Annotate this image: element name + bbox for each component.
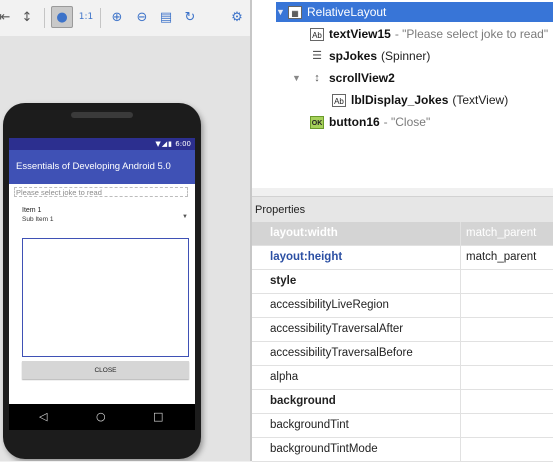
relative-layout-icon: ▦ <box>288 5 302 19</box>
page-icon[interactable]: ▤ <box>155 6 177 28</box>
property-value[interactable] <box>461 342 553 365</box>
property-key: accessibilityTraversalAfter <box>252 318 461 341</box>
tree-item-name: button16 <box>329 115 380 129</box>
recents-icon: □ <box>153 410 164 423</box>
one-to-one-label: 1:1 <box>78 12 94 22</box>
tree-item-button16[interactable]: OK button16 - "Close" <box>310 112 430 132</box>
properties-table: layout:width match_parent layout:height … <box>252 222 553 462</box>
back-icon: ◁ <box>39 410 48 423</box>
property-row[interactable]: alpha <box>252 366 553 390</box>
app-bar: Essentials of Developing Android 5.0 <box>9 150 195 184</box>
property-row[interactable]: accessibilityTraversalBefore <box>252 342 553 366</box>
tree-item-name: scrollView2 <box>329 71 395 85</box>
spinner-item-label: Item 1 <box>22 207 42 214</box>
property-value[interactable]: match_parent <box>461 222 553 245</box>
close-button[interactable]: CLOSE <box>22 361 189 379</box>
tree-item-textview15[interactable]: Ab textView15 - "Please select joke to r… <box>310 24 548 44</box>
status-time: 6:00 <box>175 140 191 148</box>
property-key: layout:width <box>252 222 461 245</box>
collapse-icon: ▼ <box>276 7 285 17</box>
resize-left-icon[interactable]: ⇤ <box>0 6 16 28</box>
resize-vertical-icon[interactable]: ↕ <box>16 6 38 28</box>
component-tree: ▼ ▦ RelativeLayout Ab textView15 - "Plea… <box>252 0 553 188</box>
tree-item-lbldisplay-jokes[interactable]: Ab lblDisplay_Jokes (TextView) <box>332 90 508 110</box>
tree-item-name: spJokes <box>329 49 378 63</box>
button-icon: OK <box>310 115 324 129</box>
property-value[interactable] <box>461 366 553 389</box>
property-key: background <box>252 390 461 413</box>
device-speaker <box>71 112 133 118</box>
tree-item-desc: (Spinner) <box>381 49 431 63</box>
properties-header: Properties <box>252 196 553 222</box>
property-value[interactable] <box>461 414 553 437</box>
property-value[interactable] <box>461 390 553 413</box>
property-value[interactable] <box>461 270 553 293</box>
spinner-arrow-icon: ▼ <box>182 214 188 220</box>
app-title: Essentials of Developing Android 5.0 <box>16 161 171 172</box>
property-row[interactable]: backgroundTint <box>252 414 553 438</box>
textview-icon: Ab <box>332 93 346 107</box>
tree-item-spjokes[interactable]: ☰ spJokes (Spinner) <box>310 46 430 66</box>
refresh-icon[interactable]: ↻ <box>179 6 201 28</box>
designer-toolbar: ⇤ ↕ ● 1:1 ⊕ ⊖ ▤ ↻ ⚙ <box>0 0 250 37</box>
device-screen: ▼◢▮ 6:00 Essentials of Developing Androi… <box>9 138 195 430</box>
property-row[interactable]: accessibilityTraversalAfter <box>252 318 553 342</box>
device-frame: ▼◢▮ 6:00 Essentials of Developing Androi… <box>3 103 201 459</box>
collapse-icon: ▼ <box>292 73 301 83</box>
settings-icon[interactable]: ⚙ <box>226 6 248 28</box>
fit-icon[interactable]: ● <box>51 6 73 28</box>
tree-item-scrollview2[interactable]: ▼ ↕ scrollView2 <box>292 68 395 88</box>
property-row[interactable]: background <box>252 390 553 414</box>
property-value[interactable] <box>461 318 553 341</box>
scrollview-icon: ↕ <box>310 71 324 85</box>
property-row[interactable]: style <box>252 270 553 294</box>
layout-content: Please select joke to read Item 1 Sub It… <box>9 184 195 404</box>
tree-item-name: RelativeLayout <box>307 5 387 19</box>
property-value[interactable] <box>461 294 553 317</box>
property-row[interactable]: accessibilityLiveRegion <box>252 294 553 318</box>
textview-icon: Ab <box>310 27 324 41</box>
tree-item-relativelayout[interactable]: ▼ ▦ RelativeLayout <box>276 2 553 22</box>
property-key: backgroundTint <box>252 414 461 437</box>
property-key: style <box>252 270 461 293</box>
jokes-spinner[interactable]: Item 1 Sub Item 1 ▼ <box>22 207 192 229</box>
status-icons: ▼◢▮ <box>155 140 173 148</box>
textview-prompt[interactable]: Please select joke to read <box>14 187 188 197</box>
tree-item-name: textView15 <box>329 27 391 41</box>
property-key: layout:height <box>252 246 461 269</box>
tree-item-desc: - "Please select joke to read" <box>394 27 549 41</box>
property-value[interactable] <box>461 438 553 461</box>
one-to-one-icon[interactable]: 1:1 <box>75 6 97 28</box>
spinner-subitem-label: Sub Item 1 <box>22 216 54 223</box>
property-value[interactable]: match_parent <box>461 246 553 269</box>
property-key: backgroundTintMode <box>252 438 461 461</box>
layout-designer: ⇤ ↕ ● 1:1 ⊕ ⊖ ▤ ↻ ⚙ ▼◢▮ 6:00 Essentials … <box>0 0 250 461</box>
tree-item-name: lblDisplay_Jokes <box>351 93 449 107</box>
navigation-bar: ◁ ○ □ <box>9 404 195 430</box>
zoom-in-icon[interactable]: ⊕ <box>106 6 128 28</box>
spinner-icon: ☰ <box>310 49 324 63</box>
property-row[interactable]: layout:width match_parent <box>252 222 553 246</box>
scrollview-box[interactable] <box>22 238 189 357</box>
tree-item-desc: (TextView) <box>452 93 509 107</box>
property-key: accessibilityTraversalBefore <box>252 342 461 365</box>
property-key: alpha <box>252 366 461 389</box>
property-row[interactable]: layout:height match_parent <box>252 246 553 270</box>
home-icon: ○ <box>96 410 106 423</box>
design-canvas: ▼◢▮ 6:00 Essentials of Developing Androi… <box>0 36 250 461</box>
tree-item-desc: - "Close" <box>383 115 431 129</box>
property-row[interactable]: backgroundTintMode <box>252 438 553 462</box>
zoom-out-icon[interactable]: ⊖ <box>131 6 153 28</box>
property-key: accessibilityLiveRegion <box>252 294 461 317</box>
status-bar: ▼◢▮ 6:00 <box>9 138 195 150</box>
